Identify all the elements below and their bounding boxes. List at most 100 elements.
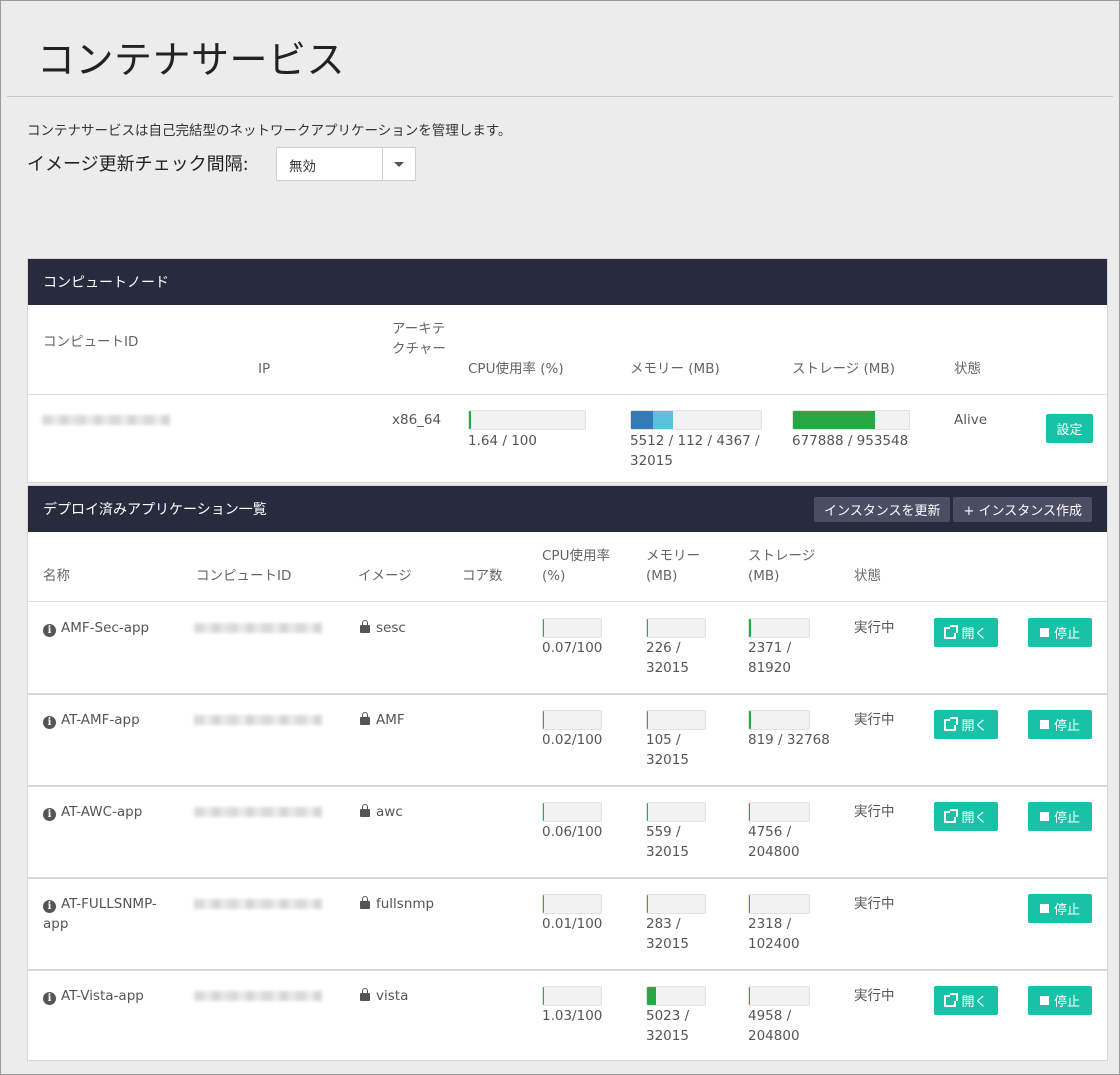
- open-app-button[interactable]: 開く: [934, 802, 998, 831]
- app-memory-fill: [647, 619, 648, 637]
- external-link-icon: [944, 992, 959, 1007]
- row-divider: [28, 693, 1107, 695]
- app-cpu-fill: [543, 711, 544, 729]
- node-cpu-bar: [468, 410, 586, 430]
- info-icon[interactable]: i: [43, 900, 56, 913]
- page-description: コンテナサービスは自己完結型のネットワークアプリケーションを管理します。: [27, 123, 512, 139]
- node-memory-bar: [630, 410, 762, 430]
- redacted-app-compute-id: [194, 991, 322, 1001]
- redacted-compute-id: [42, 415, 170, 425]
- node-settings-button[interactable]: 設定: [1046, 414, 1093, 443]
- compute-nodes-header: コンピュートノード: [28, 259, 1107, 305]
- deployed-apps-header: デプロイ済みアプリケーション一覧 インスタンスを更新 + インスタンス作成: [28, 486, 1107, 532]
- open-app-button[interactable]: 開く: [934, 986, 998, 1015]
- app-cpu-text: 1.03/100: [542, 1008, 603, 1024]
- stop-icon: [1039, 720, 1049, 729]
- external-link-icon: [944, 716, 959, 731]
- app-storage-text: 4958 / 204800: [748, 1008, 800, 1044]
- redacted-app-compute-id: [194, 807, 322, 817]
- app-memory-text: 105 / 32015: [646, 732, 689, 768]
- app-memory-text: 283 / 32015: [646, 916, 689, 952]
- node-arch: x86_64: [392, 412, 442, 428]
- redacted-app-compute-id: [194, 623, 322, 633]
- app-status: 実行中: [854, 712, 895, 728]
- col-app-storage: ストレージ (MB): [748, 548, 816, 584]
- node-storage-fill: [793, 411, 876, 429]
- app-memory-bar: [646, 894, 706, 914]
- redacted-app-compute-id: [194, 899, 322, 909]
- stop-icon: [1039, 812, 1049, 821]
- app-cpu-text: 0.06/100: [542, 824, 603, 840]
- col-app-status: 状態: [854, 568, 881, 584]
- app-status: 実行中: [854, 896, 895, 912]
- app-status: 実行中: [854, 620, 895, 636]
- app-cpu-bar: [542, 802, 602, 822]
- app-storage-bar: [748, 710, 810, 730]
- app-storage-fill: [749, 619, 751, 637]
- interval-select-value: 無効: [289, 159, 316, 175]
- app-image: AMF: [360, 710, 405, 730]
- app-storage-bar: [748, 894, 810, 914]
- app-cpu-bar: [542, 894, 602, 914]
- refresh-instances-button[interactable]: インスタンスを更新: [814, 496, 951, 522]
- apps-header-divider: [28, 601, 1107, 602]
- app-cpu-text: 0.02/100: [542, 732, 603, 748]
- create-instance-button[interactable]: + インスタンス作成: [953, 496, 1092, 522]
- info-icon[interactable]: i: [43, 716, 56, 729]
- open-app-button[interactable]: 開く: [934, 618, 998, 647]
- node-cpu-text: 1.64 / 100: [468, 433, 537, 449]
- app-memory-text: 5023 / 32015: [646, 1008, 690, 1044]
- lock-icon: [360, 896, 370, 909]
- app-name[interactable]: i AT-FULLSNMP-app: [43, 894, 173, 934]
- chevron-down-icon: [394, 161, 404, 167]
- app-name[interactable]: i AT-AWC-app: [43, 802, 173, 822]
- app-storage-text: 4756 / 204800: [748, 824, 800, 860]
- app-memory-bar: [646, 802, 706, 822]
- col-cores: コア数: [462, 568, 503, 584]
- app-name[interactable]: i AMF-Sec-app: [43, 618, 173, 638]
- row-divider: [28, 785, 1107, 787]
- open-app-button[interactable]: 開く: [934, 710, 998, 739]
- app-name[interactable]: i AT-AMF-app: [43, 710, 173, 730]
- stop-icon: [1039, 996, 1049, 1005]
- redacted-app-compute-id: [194, 715, 322, 725]
- col-name: 名称: [43, 568, 70, 584]
- lock-icon: [360, 804, 370, 817]
- col-status: 状態: [954, 361, 981, 377]
- app-storage-text: 819 / 32768: [748, 732, 830, 748]
- app-storage-text: 2318 / 102400: [748, 916, 800, 952]
- deployed-apps-title: デプロイ済みアプリケーション一覧: [43, 502, 267, 518]
- info-icon[interactable]: i: [43, 992, 56, 1005]
- app-image: awc: [360, 802, 403, 822]
- stop-app-button[interactable]: 停止: [1028, 618, 1092, 647]
- app-memory-fill: [647, 987, 657, 1005]
- app-storage-fill: [749, 895, 751, 913]
- node-memory-text: 5512 / 112 / 4367 / 32015: [630, 433, 760, 469]
- stop-app-button[interactable]: 停止: [1028, 710, 1092, 739]
- app-image: fullsnmp: [360, 894, 434, 914]
- app-memory-text: 559 / 32015: [646, 824, 689, 860]
- stop-icon: [1039, 904, 1049, 913]
- stop-app-button[interactable]: 停止: [1028, 802, 1092, 831]
- app-memory-fill: [647, 711, 648, 729]
- row-divider: [28, 969, 1107, 971]
- app-cpu-text: 0.07/100: [542, 640, 603, 656]
- stop-app-button[interactable]: 停止: [1028, 894, 1092, 923]
- app-name[interactable]: i AT-Vista-app: [43, 986, 173, 1006]
- node-storage-text: 677888 / 953548: [792, 433, 909, 449]
- external-link-icon: [944, 624, 959, 639]
- app-storage-bar: [748, 802, 810, 822]
- info-icon[interactable]: i: [43, 624, 56, 637]
- info-icon[interactable]: i: [43, 808, 56, 821]
- app-memory-bar: [646, 986, 706, 1006]
- app-cpu-bar: [542, 986, 602, 1006]
- app-image: vista: [360, 986, 408, 1006]
- col-app-cpu: CPU使用率 (%): [542, 548, 610, 584]
- interval-select[interactable]: 無効: [276, 147, 416, 181]
- compute-nodes-panel: コンピュートノード コンピュートID IP アーキテクチャー CPU使用率 (%…: [27, 258, 1108, 483]
- col-storage: ストレージ (MB): [792, 361, 895, 377]
- app-cpu-bar: [542, 618, 602, 638]
- app-frame: コンテナサービス コンテナサービスは自己完結型のネットワークアプリケーションを管…: [0, 0, 1120, 1075]
- stop-app-button[interactable]: 停止: [1028, 986, 1092, 1015]
- interval-select-arrow[interactable]: [382, 148, 415, 180]
